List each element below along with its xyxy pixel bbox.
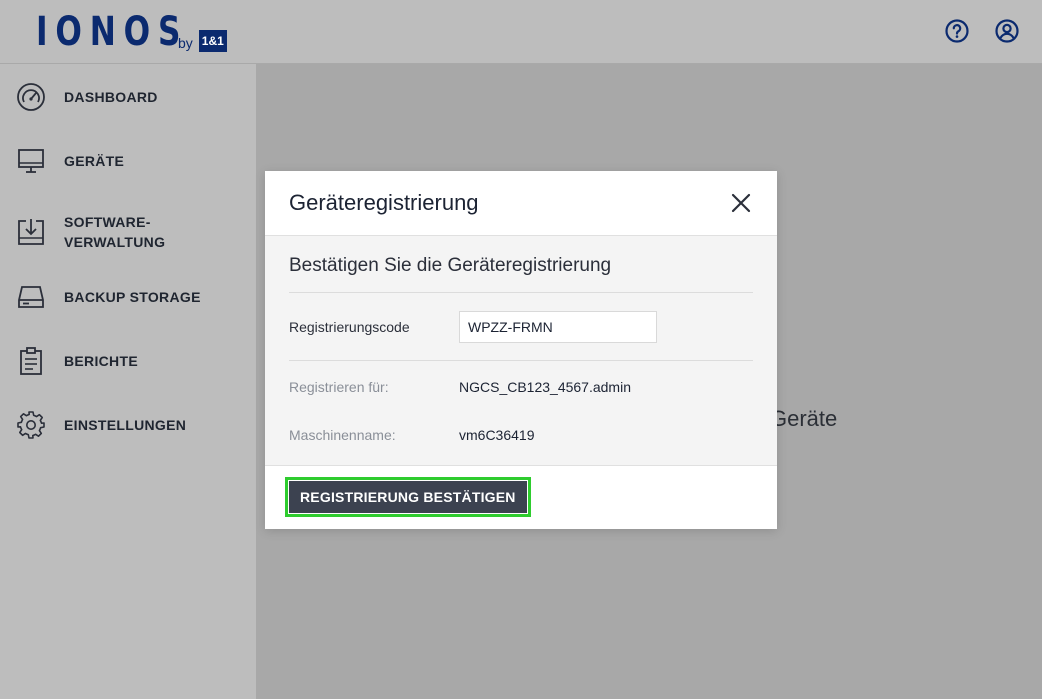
register-for-value: NGCS_CB123_4567.admin	[459, 379, 631, 395]
sidebar-item-berichte[interactable]: BERICHTE	[16, 346, 214, 376]
sidebar-item-geraete[interactable]: GERÄTE	[16, 146, 214, 176]
dialog-header: Geräteregistrierung	[265, 171, 777, 236]
sidebar-item-label: EINSTELLUNGEN	[64, 417, 187, 433]
sidebar-item-label: SOFTWARE- VERWALTUNG	[64, 214, 166, 250]
help-icon[interactable]	[944, 18, 970, 44]
storage-drive-icon	[18, 286, 44, 308]
software-download-icon	[18, 219, 44, 245]
device-registration-dialog: Geräteregistrierung Bestätigen Sie die G…	[265, 171, 777, 529]
clipboard-report-icon	[20, 347, 42, 375]
top-bar: IONOS by 1&1	[0, 0, 1042, 64]
machine-name-row: Maschinenname: vm6C36419	[289, 411, 753, 459]
sidebar-item-softwareverwaltung[interactable]: SOFTWARE- VERWALTUNG	[16, 212, 214, 252]
sidebar-item-label: BACKUP STORAGE	[64, 289, 201, 305]
dialog-title: Geräteregistrierung	[289, 190, 479, 215]
logo-badge: 1&1	[198, 30, 227, 52]
sidebar-item-dashboard[interactable]: DASHBOARD	[16, 82, 214, 112]
close-icon[interactable]	[729, 191, 753, 215]
machine-name-value: vm6C36419	[459, 427, 535, 443]
dialog-body: Bestätigen Sie die Geräteregistrierung R…	[265, 236, 777, 465]
sidebar-item-backup-storage[interactable]: BACKUP STORAGE	[16, 282, 214, 312]
dialog-subtitle: Bestätigen Sie die Geräteregistrierung	[289, 236, 753, 293]
background-partial-text: Geräte	[770, 406, 838, 431]
sidebar-item-label: DASHBOARD	[64, 89, 158, 105]
registration-code-row: Registrierungscode	[289, 293, 753, 361]
highlight-frame: REGISTRIERUNG BESTÄTIGEN	[285, 477, 531, 517]
monitor-icon	[18, 149, 44, 173]
confirm-registration-button[interactable]: REGISTRIERUNG BESTÄTIGEN	[289, 481, 527, 513]
sidebar-item-label: GERÄTE	[64, 153, 125, 169]
ionos-logo[interactable]: IONOS by 1&1	[36, 10, 227, 54]
sidebar-item-einstellungen[interactable]: EINSTELLUNGEN	[16, 410, 214, 440]
dashboard-gauge-icon	[17, 83, 45, 111]
account-icon[interactable]	[994, 18, 1020, 44]
sidebar: DASHBOARD GERÄTE SOFTWARE- VERWALTUNG BA…	[0, 64, 256, 699]
register-for-row: Registrieren für: NGCS_CB123_4567.admin	[289, 363, 753, 411]
sidebar-item-label: BERICHTE	[64, 353, 138, 369]
logo-wordmark: IONOS	[36, 9, 189, 55]
gear-icon	[17, 411, 45, 439]
registration-code-input[interactable]	[459, 310, 657, 343]
header-icons	[944, 18, 1020, 44]
register-for-label: Registrieren für:	[289, 379, 389, 395]
registration-code-label: Registrierungscode	[289, 318, 410, 335]
machine-name-label: Maschinenname:	[289, 427, 396, 443]
dialog-footer: REGISTRIERUNG BESTÄTIGEN	[265, 465, 777, 529]
